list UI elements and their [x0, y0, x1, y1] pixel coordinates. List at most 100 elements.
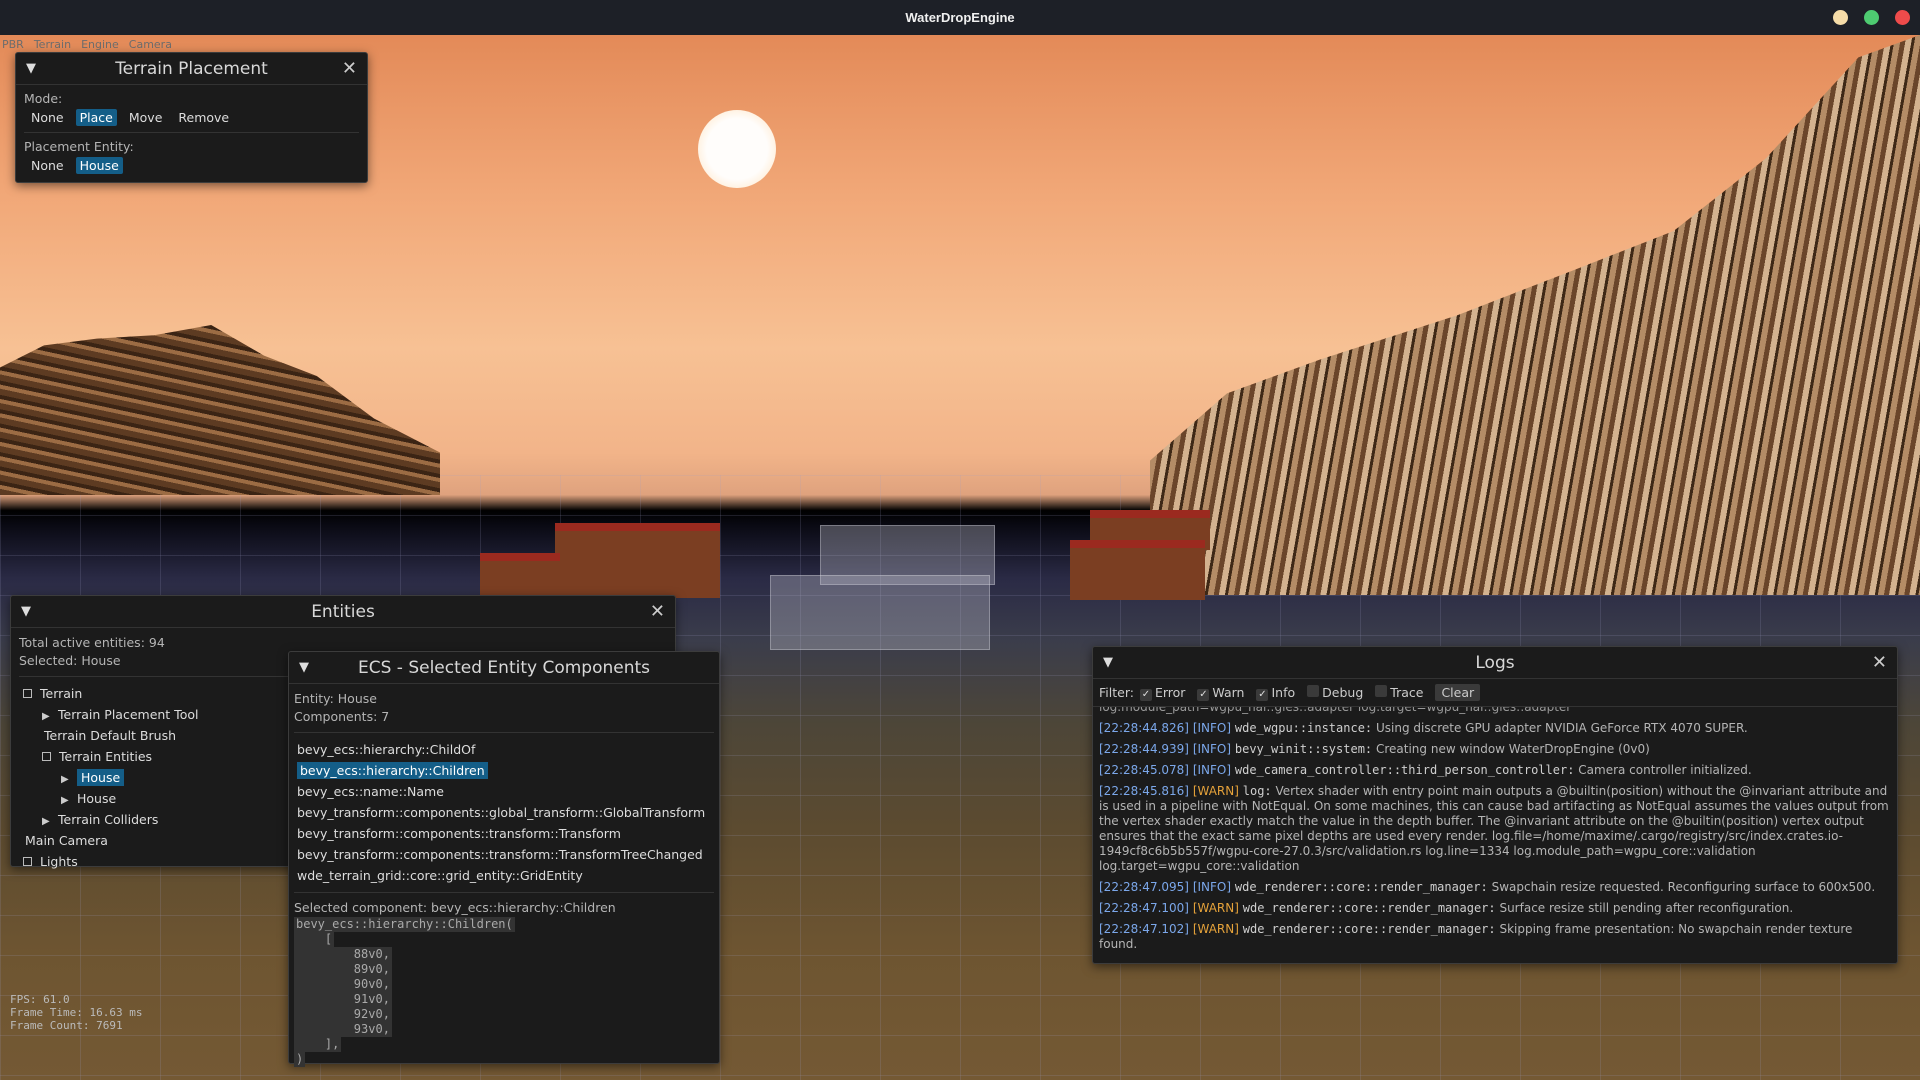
close-icon[interactable]: ✕: [1872, 652, 1887, 673]
log-entry: [22:28:45.816] [WARN] log: Vertex shader…: [1099, 784, 1891, 874]
house-model[interactable]: [555, 523, 720, 598]
log-list[interactable]: log.module_path=wgpu_hal::gles::adapter …: [1093, 707, 1897, 959]
log-message: Using discrete GPU adapter NVIDIA GeForc…: [1375, 721, 1748, 735]
component-label: bevy_transform::components::transform::T…: [297, 826, 621, 841]
window-title: Entities: [311, 601, 375, 622]
close-icon[interactable]: ✕: [342, 58, 357, 79]
collapse-box-icon[interactable]: [23, 857, 32, 866]
expand-arrow-icon[interactable]: ▶: [61, 769, 77, 790]
checkbox-icon[interactable]: ✓: [1197, 688, 1210, 701]
entity-option-house[interactable]: House: [75, 157, 123, 174]
window-header[interactable]: ▼ Entities ✕: [11, 596, 675, 628]
collapse-triangle-icon[interactable]: ▼: [299, 660, 309, 675]
log-target: bevy_winit::system:: [1234, 742, 1373, 756]
component-item[interactable]: bevy_ecs::hierarchy::ChildOf: [294, 739, 714, 760]
selected-component-label: Selected component: bevy_ecs::hierarchy:…: [294, 900, 616, 915]
log-entry: [22:28:47.095] [INFO] wde_renderer::core…: [1099, 880, 1891, 895]
checkbox-icon[interactable]: ✓: [1139, 688, 1152, 701]
entity-name: Entity: House: [294, 691, 377, 706]
collapse-triangle-icon[interactable]: ▼: [21, 604, 31, 619]
log-entry: [22:28:44.939] [INFO] bevy_winit::system…: [1099, 742, 1891, 757]
entity-option-none[interactable]: None: [27, 157, 68, 174]
mode-label: Mode:: [24, 91, 63, 106]
placement-entity-label: Placement Entity:: [24, 139, 134, 154]
clear-logs-button[interactable]: Clear: [1435, 684, 1481, 701]
window-header[interactable]: ▼ Logs ✕: [1093, 647, 1897, 679]
collapse-triangle-icon[interactable]: ▼: [1103, 655, 1113, 670]
window-header[interactable]: ▼ ECS - Selected Entity Components: [289, 652, 719, 684]
log-entry: [22:28:45.078] [INFO] wde_camera_control…: [1099, 763, 1891, 778]
component-item[interactable]: wde_terrain_grid::core::grid_entity::Gri…: [294, 865, 714, 886]
components-count: Components: 7: [294, 709, 390, 724]
stats-overlay: FPS: 61.0 Frame Time: 16.63 ms Frame Cou…: [10, 993, 142, 1032]
log-message: Camera controller initialized.: [1578, 763, 1752, 777]
log-level: [INFO]: [1192, 742, 1232, 756]
menu-item-camera[interactable]: Camera: [129, 38, 172, 51]
expand-arrow-icon[interactable]: ▶: [42, 706, 58, 727]
mode-options: None Place Move Remove: [27, 109, 359, 126]
entity-options: None House: [27, 157, 359, 174]
component-item[interactable]: bevy_transform::components::transform::T…: [294, 823, 714, 844]
mode-option-move[interactable]: Move: [125, 109, 167, 126]
component-list: bevy_ecs::hierarchy::ChildOfbevy_ecs::hi…: [294, 739, 714, 886]
window-header[interactable]: ▼ Terrain Placement ✕: [16, 53, 367, 85]
tree-node-label: Terrain Colliders: [58, 812, 159, 827]
component-item[interactable]: bevy_ecs::name::Name: [294, 781, 714, 802]
tree-node-label: Main Camera: [25, 833, 108, 848]
menu-item-terrain[interactable]: Terrain: [34, 38, 71, 51]
menu-bar: PBR Terrain Engine Camera: [2, 38, 172, 51]
terrain-cliff-right: [1150, 35, 1920, 595]
code-line: 88v0,: [294, 947, 392, 962]
log-level: [INFO]: [1192, 721, 1232, 735]
filter-info[interactable]: ✓ Info: [1256, 685, 1295, 701]
log-target: wde_renderer::core::render_manager:: [1242, 922, 1496, 936]
mode-option-remove[interactable]: Remove: [174, 109, 233, 126]
house-model[interactable]: [1070, 540, 1205, 600]
window-title: Logs: [1475, 652, 1515, 673]
log-entry: [22:28:47.102] [WARN] wde_renderer::core…: [1099, 922, 1891, 952]
component-value: bevy_ecs::hierarchy::Children( [ 88v0, 8…: [294, 917, 714, 1067]
code-line: 93v0,: [294, 1022, 392, 1037]
filter-debug[interactable]: Debug: [1307, 685, 1363, 700]
log-entry: [22:28:44.826] [INFO] wde_wgpu::instance…: [1099, 721, 1891, 736]
window-title: Terrain Placement: [115, 58, 268, 79]
checkbox-icon[interactable]: [1307, 685, 1320, 697]
code-line: 92v0,: [294, 1007, 392, 1022]
filter-warn[interactable]: ✓ Warn: [1197, 685, 1244, 701]
component-item[interactable]: bevy_transform::components::transform::T…: [294, 844, 714, 865]
menu-item-engine[interactable]: Engine: [81, 38, 119, 51]
minimize-button[interactable]: [1833, 10, 1848, 25]
component-label: bevy_ecs::hierarchy::ChildOf: [297, 742, 476, 757]
log-timestamp: [22:28:47.095]: [1099, 880, 1189, 894]
filter-error[interactable]: ✓ Error: [1139, 684, 1186, 701]
terrain-placement-window: ▼ Terrain Placement ✕ Mode: None Place Mov…: [15, 52, 368, 183]
checkbox-icon[interactable]: ✓: [1256, 688, 1269, 701]
expand-arrow-icon[interactable]: ▶: [61, 790, 77, 811]
filter-trace[interactable]: Trace: [1375, 685, 1423, 700]
collapse-box-icon[interactable]: [42, 752, 51, 761]
collapse-box-icon[interactable]: [23, 689, 32, 698]
menu-item-pbr[interactable]: PBR: [2, 38, 24, 51]
mode-option-place[interactable]: Place: [75, 109, 117, 126]
house-model[interactable]: [480, 553, 560, 598]
code-line: 91v0,: [294, 992, 392, 1007]
maximize-button[interactable]: [1864, 10, 1879, 25]
close-window-button[interactable]: [1895, 10, 1910, 25]
filter-label: Trace: [1390, 685, 1424, 700]
log-partial-line: log.module_path=wgpu_hal::gles::adapter …: [1099, 707, 1572, 714]
collapse-triangle-icon[interactable]: ▼: [26, 61, 36, 76]
mode-option-none[interactable]: None: [27, 109, 68, 126]
component-item[interactable]: bevy_ecs::hierarchy::Children: [294, 760, 714, 781]
ecs-components-window: ▼ ECS - Selected Entity Components Entit…: [288, 651, 720, 1067]
filter-label: Error: [1154, 684, 1186, 700]
log-target: log:: [1242, 784, 1272, 798]
expand-arrow-icon[interactable]: ▶: [42, 811, 58, 832]
filter-label: Info: [1271, 684, 1296, 700]
component-label: bevy_transform::components::transform::T…: [297, 847, 703, 862]
close-icon[interactable]: ✕: [650, 601, 665, 622]
sun: [698, 110, 776, 188]
log-timestamp: [22:28:45.078]: [1099, 763, 1189, 777]
component-item[interactable]: bevy_transform::components::global_trans…: [294, 802, 714, 823]
checkbox-icon[interactable]: [1375, 685, 1388, 697]
fps-readout: FPS: 61.0: [10, 993, 70, 1006]
